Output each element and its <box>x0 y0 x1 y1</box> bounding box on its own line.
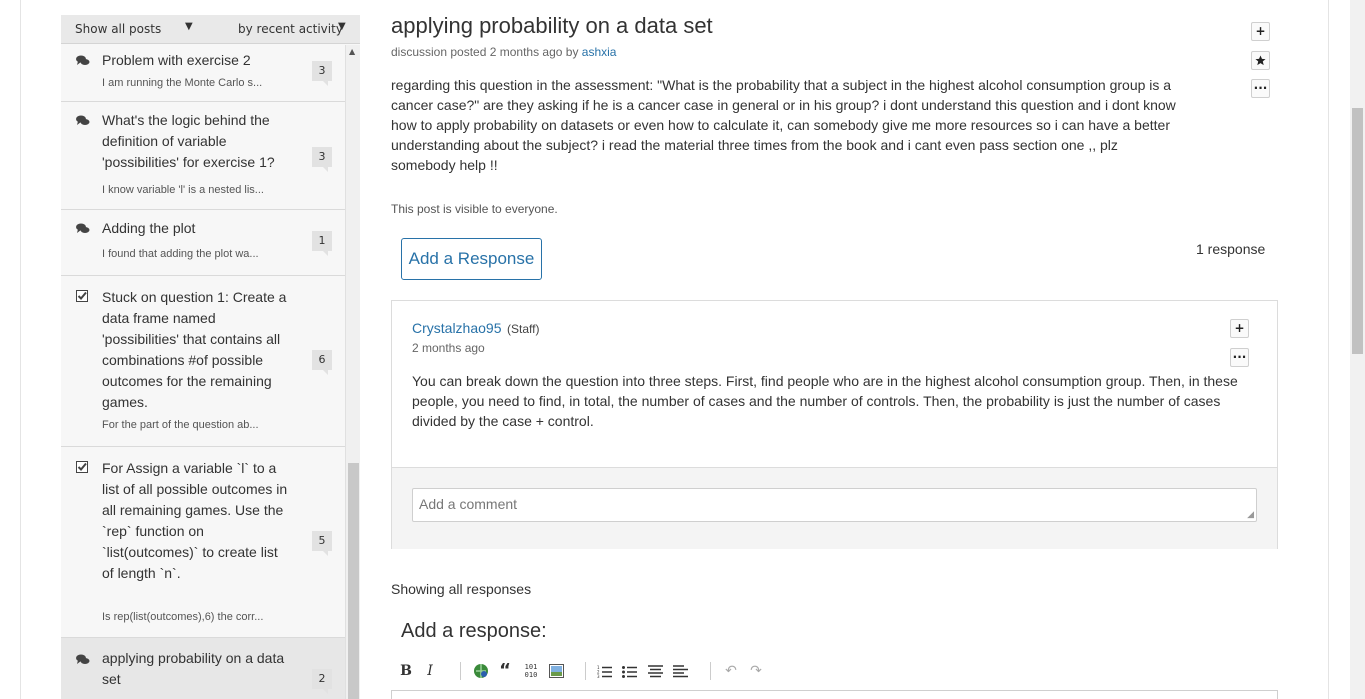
check-icon <box>76 290 90 302</box>
resize-grip-icon[interactable]: ◢ <box>1247 509 1254 520</box>
response-body: You can break down the question into thr… <box>412 373 1238 429</box>
post-title: Stuck on question 1: Create a data frame… <box>102 289 287 410</box>
more-actions-icon[interactable]: ··· <box>1251 79 1270 98</box>
comment-count-badge: 3 <box>312 61 332 86</box>
link-icon[interactable] <box>472 660 490 682</box>
post-preview: I found that adding the plot wa... <box>102 248 259 260</box>
check-icon <box>76 461 90 473</box>
browser-scrollbar[interactable] <box>1350 0 1365 699</box>
redo-icon[interactable]: ↷ <box>749 660 763 682</box>
blockquote-icon[interactable]: “ <box>497 660 513 682</box>
follow-star-icon[interactable] <box>1251 51 1270 70</box>
thread-title: applying probability on a data set <box>391 13 713 38</box>
thread-author-link[interactable]: ashxia <box>582 45 617 59</box>
discussion-icon <box>76 223 90 235</box>
post-list-item[interactable]: Stuck on question 1: Create a data frame… <box>61 276 345 447</box>
numbered-list-icon[interactable]: 123 <box>596 660 612 682</box>
thread-meta-text: discussion posted 2 months ago by <box>391 45 579 59</box>
toolbar-separator <box>460 662 461 680</box>
comment-count-badge: 3 <box>312 147 332 172</box>
bold-button[interactable]: B <box>399 660 413 682</box>
comment-count-badge: 2 <box>312 669 332 694</box>
image-icon[interactable] <box>548 660 564 682</box>
filter-dropdown[interactable]: Show all posts <box>75 22 161 36</box>
comment-placeholder: Add a comment <box>419 496 518 512</box>
comment-count-badge: 5 <box>312 531 332 556</box>
post-preview: Is rep(list(outcomes),6) the corr... <box>102 611 264 623</box>
italic-button[interactable]: I <box>425 660 435 682</box>
response-author-role: (Staff) <box>507 322 540 336</box>
page-margin-left <box>0 0 21 699</box>
post-preview: For the part of the question ab... <box>102 419 259 431</box>
thread-meta: discussion posted 2 months ago by ashxia <box>391 45 616 59</box>
post-list-item[interactable]: Problem with exercise 2 I am running the… <box>61 45 345 102</box>
add-response-button[interactable]: Add a Response <box>401 238 542 280</box>
heading-icon[interactable] <box>647 660 663 682</box>
add-response-heading: Add a response: <box>401 620 547 642</box>
post-title: applying probability on a data set <box>102 650 285 687</box>
comment-zone: Add a comment ◢ <box>392 467 1277 549</box>
horizontal-rule-icon[interactable] <box>672 660 688 682</box>
page-margin-right <box>1328 0 1350 699</box>
sidebar-scrollbar[interactable]: ▲ <box>345 45 360 699</box>
vote-plus-icon[interactable]: + <box>1251 22 1270 41</box>
comment-count-badge: 6 <box>312 350 332 375</box>
sidebar-header: Show all posts ▼ by recent activity ▼ <box>61 15 360 44</box>
response-editor-textarea[interactable] <box>391 690 1278 699</box>
response-timestamp: 2 months ago <box>412 341 485 355</box>
post-list-item[interactable]: Adding the plot I found that adding the … <box>61 210 345 276</box>
toolbar-separator <box>585 662 586 680</box>
sidebar: Show all posts ▼ by recent activity ▼ Pr… <box>61 15 360 699</box>
post-title: For Assign a variable `l` to a list of a… <box>102 460 288 581</box>
comment-count-badge: 1 <box>312 231 332 256</box>
comment-input[interactable]: Add a comment ◢ <box>412 488 1257 522</box>
discussion-icon <box>76 115 90 127</box>
discussion-icon <box>76 55 90 67</box>
response-vote-plus-icon[interactable]: + <box>1230 319 1249 338</box>
showing-responses-label: Showing all responses <box>391 581 532 597</box>
thread-body: regarding this question in the assessmen… <box>391 77 1176 173</box>
response-count: 1 response <box>1196 241 1266 257</box>
post-title: Adding the plot <box>102 220 196 236</box>
post-title: Problem with exercise 2 <box>102 52 251 68</box>
filter-dropdown-arrow-icon[interactable]: ▼ <box>185 21 193 32</box>
response-card: Crystalzhao95 (Staff) 2 months ago + ···… <box>391 300 1278 549</box>
bullet-list-icon[interactable] <box>621 660 637 682</box>
response-author-link[interactable]: Crystalzhao95 <box>412 320 502 336</box>
post-list-item[interactable]: For Assign a variable `l` to a list of a… <box>61 447 345 638</box>
code-sample-icon[interactable]: 101 010 <box>522 663 540 685</box>
visibility-notice: This post is visible to everyone. <box>391 202 558 216</box>
sort-dropdown-arrow-icon[interactable]: ▼ <box>338 21 346 32</box>
svg-text:3: 3 <box>597 674 600 678</box>
post-list-item[interactable]: What's the logic behind the definition o… <box>61 102 345 210</box>
response-more-actions-icon[interactable]: ··· <box>1230 348 1249 367</box>
post-preview: I am running the Monte Carlo s... <box>102 77 263 89</box>
undo-icon[interactable]: ↶ <box>724 660 738 682</box>
discussion-icon <box>76 654 90 666</box>
toolbar-separator <box>710 662 711 680</box>
browser-scrollbar-thumb[interactable] <box>1352 108 1363 354</box>
post-preview: I know variable 'l' is a nested lis... <box>102 184 264 196</box>
scroll-up-arrow-icon[interactable]: ▲ <box>349 47 355 56</box>
post-title: What's the logic behind the definition o… <box>102 112 275 170</box>
post-list-item-active[interactable]: applying probability on a data set 2 <box>61 638 345 699</box>
sort-dropdown[interactable]: by recent activity <box>238 22 343 36</box>
sidebar-scrollbar-thumb[interactable] <box>348 463 359 699</box>
